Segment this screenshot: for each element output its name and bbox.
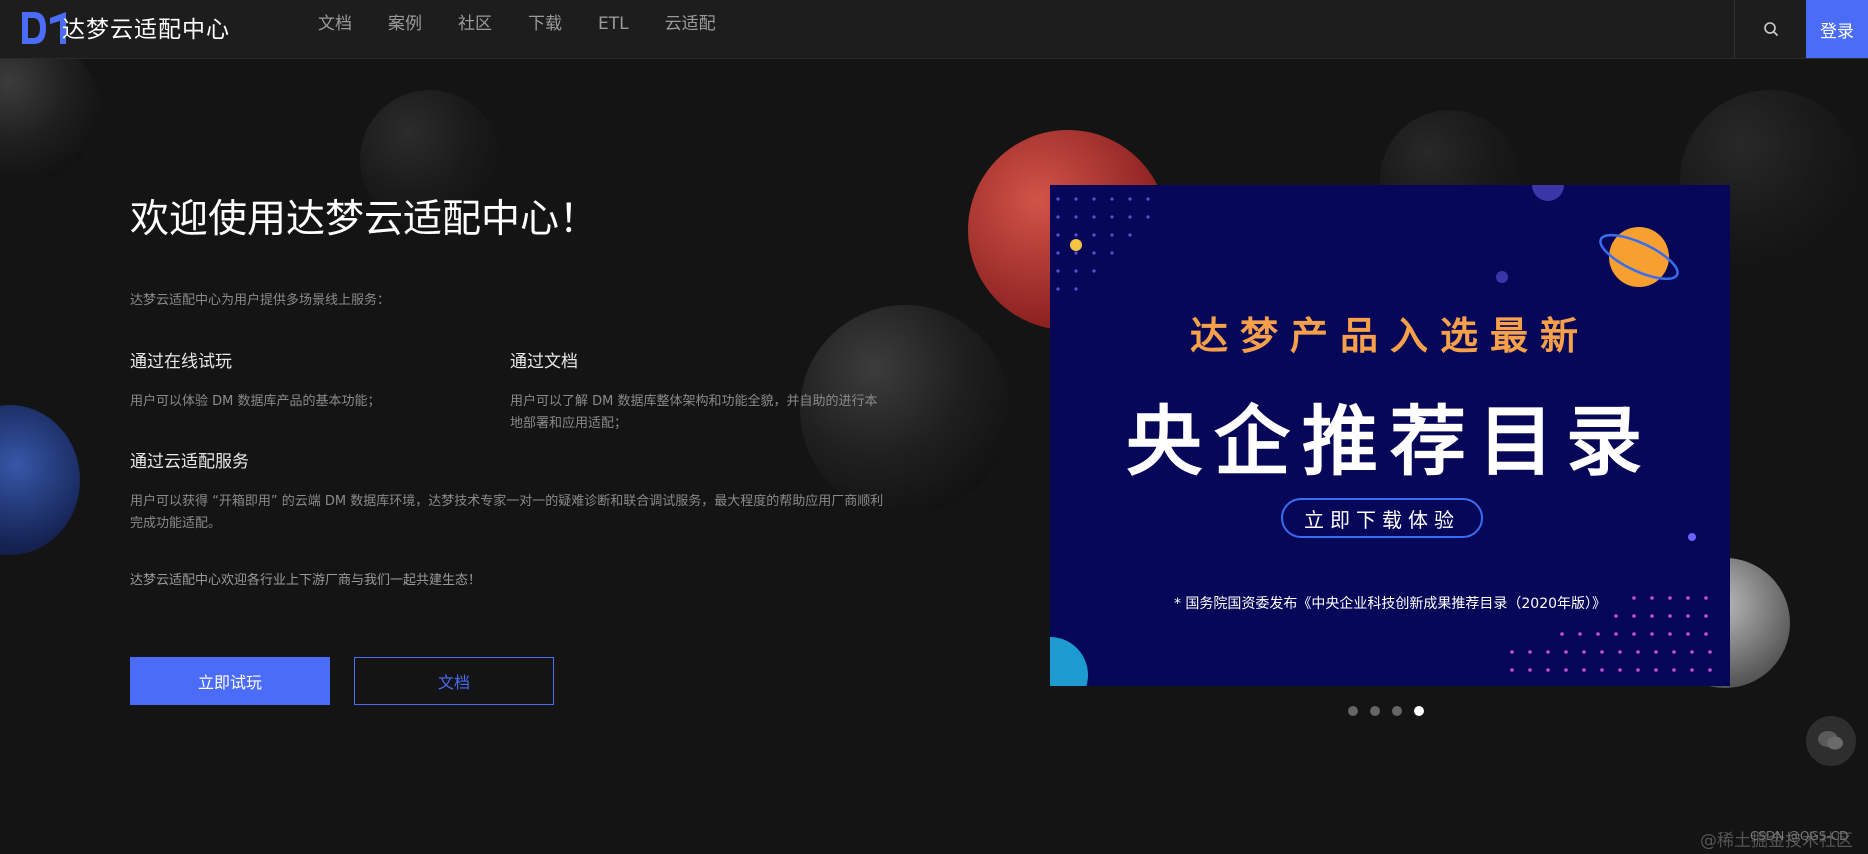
nav-item-community[interactable]: 社区 [440, 0, 510, 58]
banner-footnote: * 国务院国资委发布《中央企业科技创新成果推荐目录（2020年版）》 [1173, 596, 1607, 612]
carousel-dot-3[interactable] [1392, 706, 1402, 716]
wechat-icon [1818, 731, 1843, 750]
nav-item-cases[interactable]: 案例 [370, 0, 440, 58]
login-button[interactable]: 登录 [1806, 0, 1868, 58]
page-title: 欢迎使用达梦云适配中心！ [130, 197, 599, 242]
wechat-button[interactable] [1806, 716, 1856, 766]
try-now-button[interactable]: 立即试玩 [130, 657, 330, 705]
banner-title: 央企推荐目录 [1126, 397, 1654, 486]
main-nav: 文档 案例 社区 下载 ETL 云适配 [300, 0, 734, 58]
carousel-indicators [1348, 706, 1424, 716]
docs-button[interactable]: 文档 [354, 657, 554, 705]
download-now-button[interactable]: 立即下载体验 [1281, 498, 1483, 538]
feature-desc-cloud-service: 用户可以获得 “开箱即用” 的云端 DM 数据库环境，达梦技术专家一对一的疑难诊… [130, 494, 884, 531]
dameng-logo-icon[interactable] [20, 8, 68, 48]
bg-sphere [0, 40, 100, 180]
carousel-banner[interactable]: 达梦产品入选最新 央企推荐目录 立即下载体验 * 国务院国资委发布《中央企业科技… [1050, 185, 1730, 686]
top-navigation: 达梦云适配中心 文档 案例 社区 下载 ETL 云适配 登录 [0, 0, 1868, 59]
feature-title-online-trial: 通过在线试玩 [130, 352, 232, 372]
brand-name[interactable]: 达梦云适配中心 [62, 10, 230, 44]
search-button[interactable] [1734, 0, 1807, 58]
feature-desc-online-trial: 用户可以体验 DM 数据库产品的基本功能； [130, 394, 381, 409]
carousel-dot-4[interactable] [1414, 706, 1424, 716]
nav-item-download[interactable]: 下载 [510, 0, 580, 58]
feature-title-cloud-service: 通过云适配服务 [130, 452, 249, 472]
banner-headline: 达梦产品入选最新 [1189, 314, 1590, 358]
feature-desc-docs: 用户可以了解 DM 数据库整体架构和功能全貌，并自助的进行本地部署和应用适配； [510, 394, 878, 431]
nav-item-etl[interactable]: ETL [580, 0, 647, 58]
bg-sphere-blue [0, 405, 80, 555]
search-icon [1764, 22, 1779, 37]
carousel-dot-1[interactable] [1348, 706, 1358, 716]
watermark-csdn: CSDN @QGS-CD [1750, 829, 1849, 843]
closing-text: 达梦云适配中心欢迎各行业上下游厂商与我们一起共建生态！ [130, 573, 482, 588]
carousel-dot-2[interactable] [1370, 706, 1380, 716]
intro-text: 达梦云适配中心为用户提供多场景线上服务： [130, 293, 391, 308]
nav-item-cloud-adapt[interactable]: 云适配 [647, 0, 734, 58]
nav-item-docs[interactable]: 文档 [300, 0, 370, 58]
feature-title-docs: 通过文档 [510, 352, 578, 372]
